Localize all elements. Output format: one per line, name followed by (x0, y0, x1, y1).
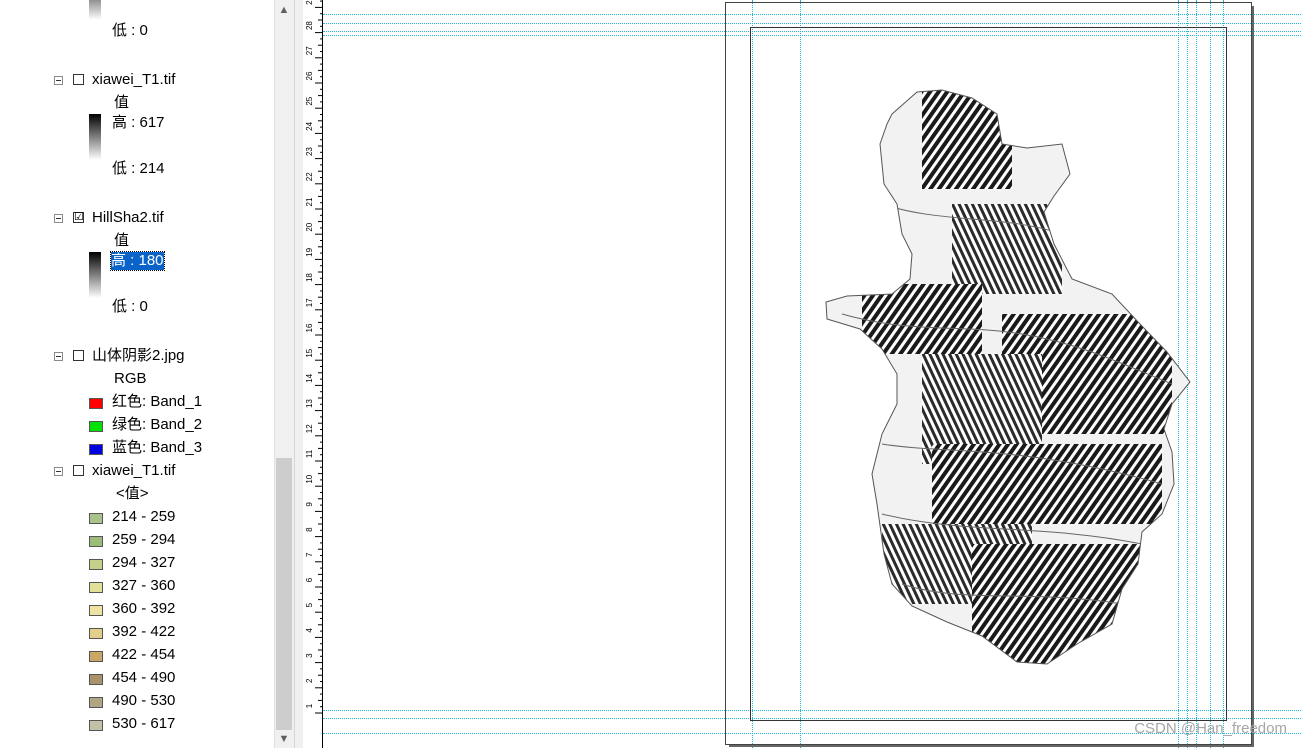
table-of-contents: 低 : 0 xiawei_T1.tif 值 高 : 617 低 : 214 ☑ … (0, 0, 275, 748)
band-swatch[interactable] (89, 444, 103, 455)
ruler-tick-label: 13 (305, 399, 314, 408)
page-shadow (1252, 6, 1254, 747)
layer3-mode: RGB (114, 370, 147, 387)
layer1-name[interactable]: xiawei_T1.tif (92, 71, 175, 89)
class-swatch[interactable] (89, 513, 103, 524)
ruler-tick-label: 7 (305, 552, 314, 557)
scroll-up-icon[interactable]: ▲ (274, 2, 294, 19)
hillshade-map[interactable] (822, 84, 1194, 668)
layer2-ramp (89, 252, 101, 298)
layer1-ramp (89, 114, 101, 160)
band-label: 蓝色: Band_3 (112, 439, 203, 456)
collapse-icon[interactable] (54, 76, 63, 85)
layer1-field: 值 (114, 94, 130, 111)
partial-ramp (89, 0, 101, 20)
class-label: 360 - 392 (112, 600, 176, 617)
collapse-icon[interactable] (54, 214, 63, 223)
layer4-field: <值> (116, 485, 149, 502)
scroll-down-icon[interactable]: ▼ (274, 731, 294, 748)
ruler-tick-label: 12 (305, 424, 314, 433)
ruler-tick-label: 8 (305, 527, 314, 532)
class-swatch[interactable] (89, 697, 103, 708)
class-label: 530 - 617 (112, 715, 176, 732)
ruler-tick-label: 21 (305, 197, 314, 206)
class-swatch[interactable] (89, 582, 103, 593)
ruler-tick-label: 26 (305, 71, 314, 80)
scrollbar-thumb[interactable] (276, 458, 292, 730)
class-label: 327 - 360 (112, 577, 176, 594)
class-swatch[interactable] (89, 674, 103, 685)
ruler-tick-label: 6 (305, 577, 314, 582)
band-label: 红色: Band_1 (112, 393, 203, 410)
class-swatch[interactable] (89, 605, 103, 616)
layer1-checkbox[interactable] (73, 74, 84, 85)
watermark: CSDN @Han_freedom (1134, 720, 1287, 737)
check-icon: ☑ (74, 211, 84, 223)
band-swatch[interactable] (89, 398, 103, 409)
ruler-tick-label: 17 (305, 298, 314, 307)
class-swatch[interactable] (89, 720, 103, 731)
class-label: 422 - 454 (112, 646, 176, 663)
class-swatch[interactable] (89, 651, 103, 662)
band-swatch[interactable] (89, 421, 103, 432)
layer1-high: 高 : 617 (112, 114, 165, 131)
ruler-tick-label: 11 (305, 449, 314, 458)
ruler-tick-label: 3 (305, 653, 314, 658)
ruler-tick-label: 18 (305, 273, 314, 282)
layer2-name[interactable]: HillSha2.tif (92, 209, 164, 227)
vertical-ruler: 1 2 3 4 5 6 7 8 9 10 11 12 13 14 15 16 17 18 19 20 21 22 23 24 2… (303, 0, 323, 748)
class-swatch[interactable] (89, 559, 103, 570)
ruler-tick-label: 19 (305, 247, 314, 256)
ruler-tick-label: 27 (305, 46, 314, 55)
class-label: 294 - 327 (112, 554, 176, 571)
layer2-field: 值 (114, 232, 130, 249)
class-label: 490 - 530 (112, 692, 176, 709)
layer2-low: 低 : 0 (112, 298, 148, 315)
ruler-tick-label: 5 (305, 602, 314, 607)
band-label: 绿色: Band_2 (112, 416, 203, 433)
layer4-checkbox[interactable] (73, 465, 84, 476)
page-shadow (729, 745, 1254, 747)
ruler-tick-label: 15 (305, 348, 314, 357)
ruler-tick-label: 28 (305, 21, 314, 30)
collapse-icon[interactable] (54, 352, 63, 361)
tail-low-label: 低 : 0 (112, 22, 148, 39)
ruler-tick-label: 4 (305, 628, 314, 633)
layer1-low: 低 : 214 (112, 160, 165, 177)
class-label: 214 - 259 (112, 508, 176, 525)
ruler-tick-label: 22 (305, 172, 314, 181)
ruler-tick-label: 24 (305, 121, 314, 130)
class-label: 392 - 422 (112, 623, 176, 640)
ruler-tick-label: 16 (305, 323, 314, 332)
class-swatch[interactable] (89, 628, 103, 639)
class-label: 454 - 490 (112, 669, 176, 686)
class-label: 259 - 294 (112, 531, 176, 548)
ruler-tick-label: 25 (305, 96, 314, 105)
ruler-tick-label: 10 (305, 474, 314, 483)
ruler-tick-label: 20 (305, 222, 314, 231)
class-swatch[interactable] (89, 536, 103, 547)
ruler-ticks: 1234567891011121314151617181920212223242… (305, 0, 322, 714)
collapse-icon[interactable] (54, 467, 63, 476)
ruler-tick-label: 14 (305, 373, 314, 382)
ruler-tick-label: 2 (305, 678, 314, 683)
ruler-tick-label: 23 (305, 147, 314, 156)
ruler-tick-label: 29 (305, 0, 314, 5)
layer3-checkbox[interactable] (73, 350, 84, 361)
layer2-checkbox[interactable]: ☑ (73, 212, 84, 223)
ruler-tick-label: 9 (305, 502, 314, 507)
layer2-high-selected[interactable]: 高 : 180 (110, 251, 165, 271)
ruler-tick-label: 1 (305, 703, 314, 708)
layer4-name[interactable]: xiawei_T1.tif (92, 462, 175, 480)
layer3-name[interactable]: 山体阴影2.jpg (92, 347, 185, 365)
